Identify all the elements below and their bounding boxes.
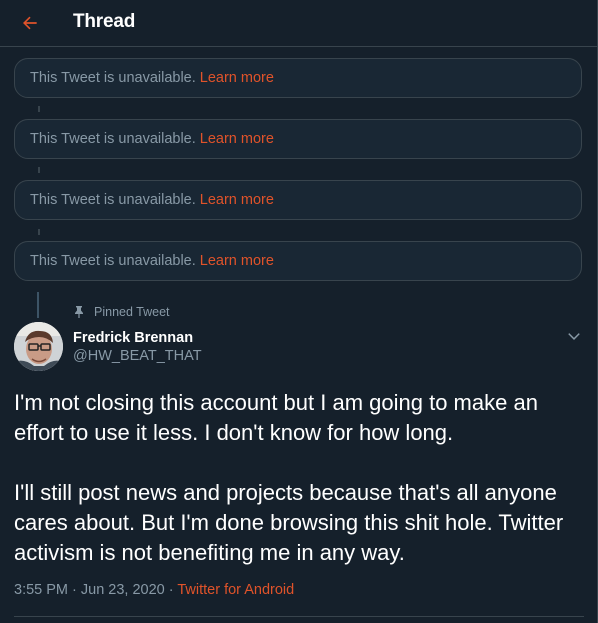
thread-connector (38, 229, 40, 235)
unavailable-tweet: This Tweet is unavailable. Learn more (14, 58, 582, 98)
more-options-button[interactable] (562, 324, 586, 348)
unavailable-tweet: This Tweet is unavailable. Learn more (14, 119, 582, 159)
header-bar: Thread (0, 0, 598, 47)
author-handle[interactable]: @HW_BEAT_THAT (73, 348, 202, 364)
divider (14, 616, 584, 617)
learn-more-link[interactable]: Learn more (200, 70, 274, 86)
tweet-text: I'm not closing this account but I am go… (14, 388, 584, 568)
arrow-left-icon (23, 16, 37, 30)
page-title: Thread (73, 11, 136, 32)
pin-icon (75, 306, 83, 318)
tweet-meta: 3:55 PM · Jun 23, 2020 · Twitter for And… (14, 582, 294, 598)
back-button[interactable] (13, 6, 47, 40)
thread-connector (38, 106, 40, 112)
avatar-image (14, 322, 63, 371)
timestamp[interactable]: 3:55 PM · Jun 23, 2020 · (14, 582, 177, 598)
thread-connector (38, 167, 40, 173)
source-link[interactable]: Twitter for Android (177, 582, 294, 598)
unavailable-tweet: This Tweet is unavailable. Learn more (14, 241, 582, 281)
unavailable-text: This Tweet is unavailable. (30, 253, 196, 269)
learn-more-link[interactable]: Learn more (200, 131, 274, 147)
learn-more-link[interactable]: Learn more (200, 253, 274, 269)
unavailable-text: This Tweet is unavailable. (30, 131, 196, 147)
learn-more-link[interactable]: Learn more (200, 192, 274, 208)
unavailable-tweet: This Tweet is unavailable. Learn more (14, 180, 582, 220)
pinned-text: Pinned Tweet (94, 305, 170, 319)
tweet-paragraph: I'm not closing this account but I am go… (14, 390, 538, 445)
unavailable-text: This Tweet is unavailable. (30, 192, 196, 208)
pinned-label: Pinned Tweet (74, 305, 170, 319)
thread-view: Thread This Tweet is unavailable. Learn … (0, 0, 598, 623)
unavailable-text: This Tweet is unavailable. (30, 70, 196, 86)
thread-line (37, 292, 39, 318)
tweet-paragraph: I'll still post news and projects becaus… (14, 480, 564, 565)
chevron-down-icon (568, 333, 580, 340)
author-name[interactable]: Fredrick Brennan (73, 330, 193, 346)
avatar[interactable] (14, 322, 63, 371)
